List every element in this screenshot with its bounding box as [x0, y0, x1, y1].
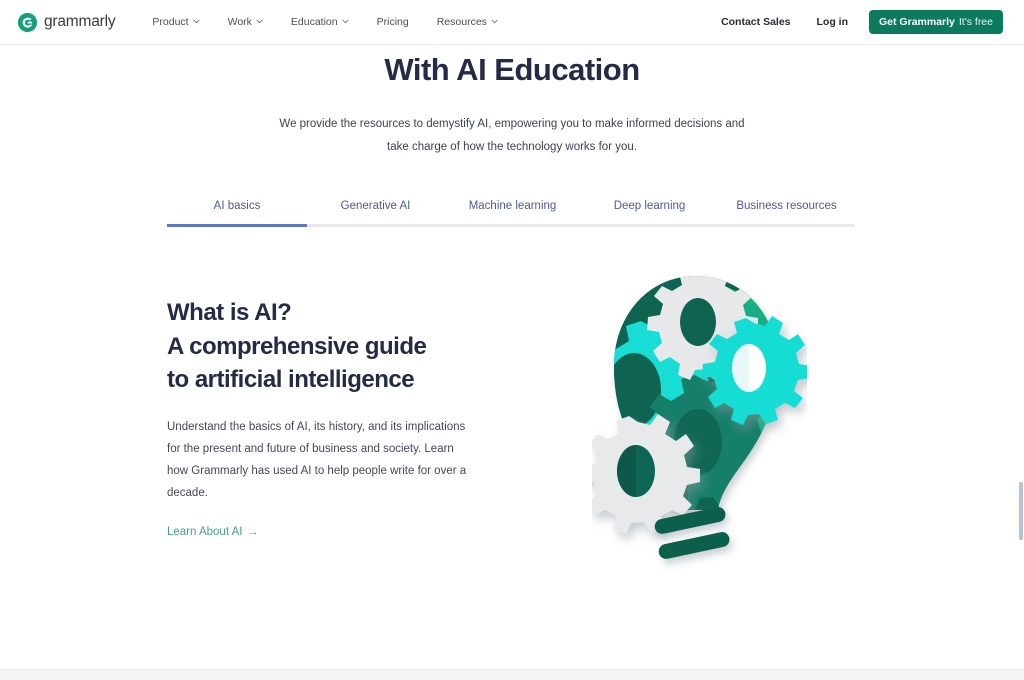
page-bottom-band: [0, 669, 1024, 680]
learn-about-ai-label: Learn About AI: [167, 526, 243, 539]
content-heading-line-1: What is AI?: [167, 299, 292, 326]
nav-item-education[interactable]: Education: [277, 12, 363, 32]
header-actions: Contact Sales Log in Get Grammarly It's …: [708, 10, 1003, 34]
nav-item-label: Pricing: [376, 16, 409, 28]
cta-primary-label: Get Grammarly: [879, 16, 955, 28]
tab-panel-ai-basics: What is AI? A comprehensive guide to art…: [167, 296, 477, 540]
scrollbar-thumb[interactable]: [1019, 482, 1023, 540]
content-heading-line-2: A comprehensive guide: [167, 332, 427, 360]
tab-deep-learning[interactable]: Deep learning: [581, 200, 718, 224]
tab-ai-basics[interactable]: AI basics: [167, 200, 307, 224]
tab-machine-learning[interactable]: Machine learning: [444, 200, 581, 224]
hero-section: With AI Education We provide the resourc…: [0, 45, 1024, 158]
chevron-down-icon: [193, 18, 200, 25]
hero-subtitle: We provide the resources to demystify AI…: [279, 118, 745, 153]
cta-secondary-label: It's free: [958, 16, 993, 28]
tabs-row: AI basics Generative AI Machine learning…: [167, 200, 855, 224]
contact-sales-link[interactable]: Contact Sales: [708, 12, 803, 32]
lightbulb-with-gears-papercut-illustration: [592, 270, 807, 575]
chevron-down-icon: [342, 18, 349, 25]
nav-item-work[interactable]: Work: [214, 12, 277, 32]
content-heading: What is AI? A comprehensive guide to art…: [167, 296, 477, 397]
primary-navigation: Product Work Education Pricing Resources: [138, 12, 512, 32]
category-tabs: AI basics Generative AI Machine learning…: [167, 200, 855, 227]
grammarly-wordmark: grammarly: [44, 13, 116, 30]
grammarly-g-logo-icon: [18, 12, 37, 32]
grammarly-logo[interactable]: grammarly: [18, 12, 116, 32]
active-tab-indicator: [167, 224, 307, 227]
nav-item-label: Product: [152, 16, 189, 28]
nav-item-label: Resources: [436, 16, 487, 28]
nav-item-resources[interactable]: Resources: [423, 12, 512, 32]
nav-item-label: Work: [227, 16, 252, 28]
vertical-scrollbar[interactable]: [1018, 45, 1024, 669]
content-heading-line-3: to artificial intelligence: [167, 366, 415, 393]
learn-about-ai-link[interactable]: Learn About AI →: [167, 526, 258, 538]
site-header: grammarly Product Work Education Pricing…: [0, 0, 1024, 45]
page-title: With AI Education: [384, 52, 640, 87]
tab-generative-ai[interactable]: Generative AI: [307, 200, 444, 224]
content-description: Understand the basics of AI, its history…: [167, 420, 467, 500]
chevron-down-icon: [256, 18, 263, 25]
get-grammarly-button[interactable]: Get Grammarly It's free: [869, 10, 1003, 34]
tab-business-resources[interactable]: Business resources: [718, 200, 855, 224]
nav-item-product[interactable]: Product: [138, 12, 213, 32]
log-in-link[interactable]: Log in: [804, 12, 862, 32]
nav-item-pricing[interactable]: Pricing: [363, 12, 423, 32]
nav-item-label: Education: [290, 16, 338, 28]
arrow-right-icon: →: [247, 525, 259, 538]
chevron-down-icon: [491, 18, 498, 25]
tabs-divider: [167, 224, 855, 227]
